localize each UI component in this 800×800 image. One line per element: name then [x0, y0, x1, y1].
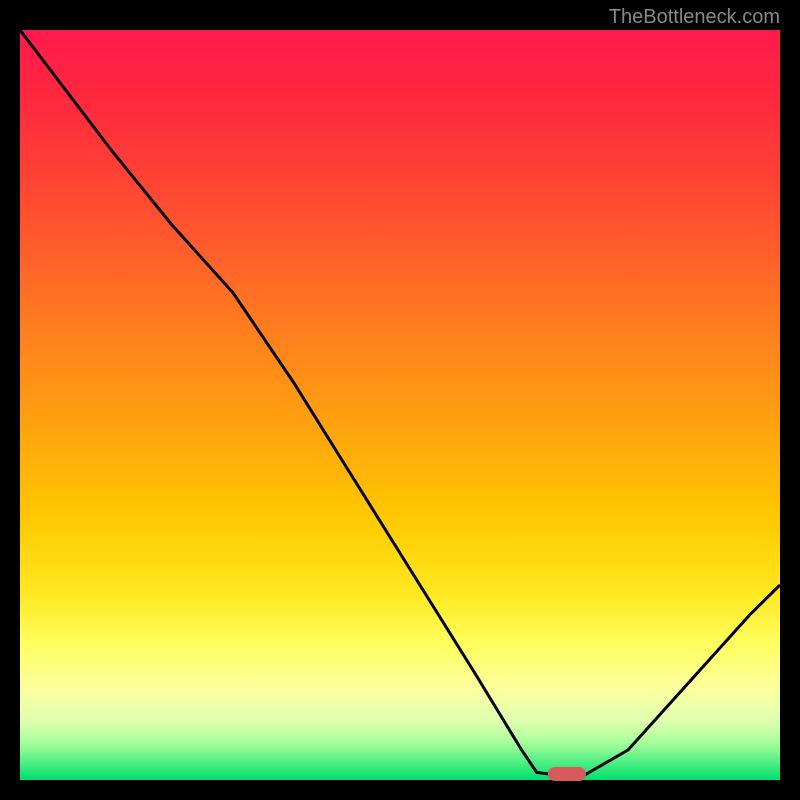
chart-plot-area [20, 30, 780, 780]
watermark-text: TheBottleneck.com [609, 6, 780, 29]
minima-marker [548, 767, 586, 781]
chart-curve-svg [20, 30, 780, 780]
curve-path [20, 30, 780, 776]
